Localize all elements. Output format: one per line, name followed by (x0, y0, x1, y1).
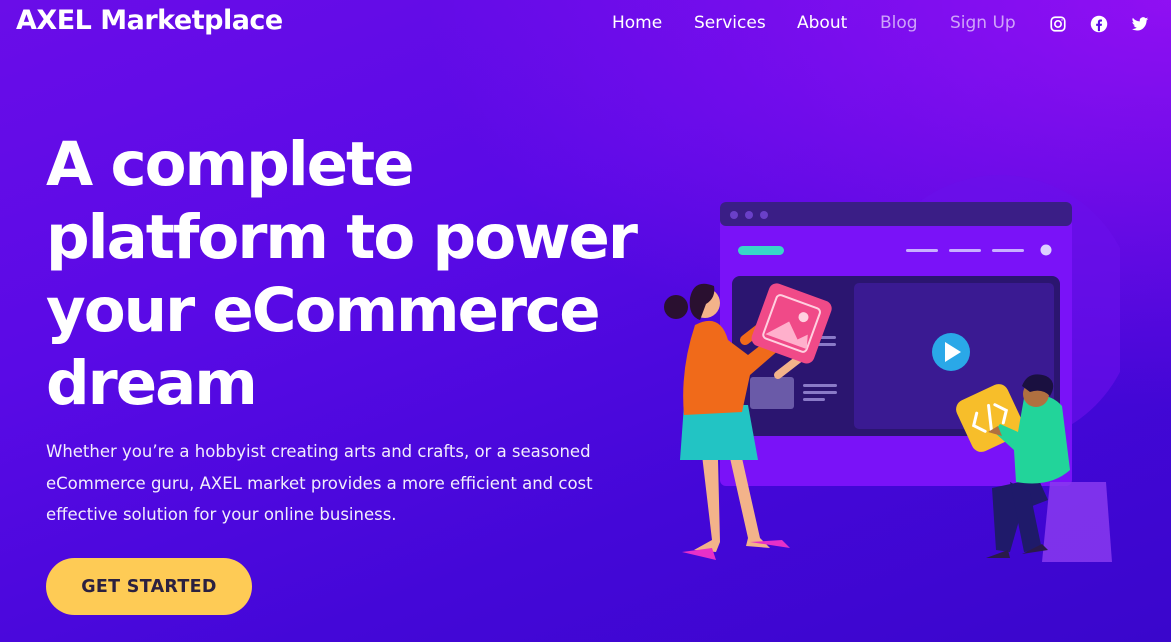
hero-title-line: A complete (46, 129, 415, 200)
hero-description: Whether you’re a hobbyist creating arts … (46, 436, 606, 531)
nav-services-link[interactable]: Services (694, 13, 766, 33)
instagram-icon[interactable] (1049, 15, 1067, 33)
nav-about-link[interactable]: About (797, 13, 847, 33)
facebook-icon[interactable] (1090, 15, 1108, 33)
hero-description-line: effective solution for your online busin… (46, 505, 397, 524)
main-nav: Home Services About Blog Sign Up (0, 13, 1171, 37)
nav-blog-link[interactable]: Blog (880, 13, 918, 33)
site-header: AXEL Marketplace Home Services About Blo… (0, 0, 1171, 46)
hero-description-line: eCommerce guru, AXEL market provides a m… (46, 473, 593, 493)
hero-title-line: platform to power (46, 202, 638, 273)
hero-description-line: Whether you’re a hobbyist creating arts … (46, 442, 591, 461)
twitter-icon[interactable] (1131, 15, 1149, 33)
nav-sign-up-link[interactable]: Sign Up (950, 13, 1016, 33)
get-started-button[interactable]: GET STARTED (46, 558, 252, 615)
hero-title-line: your eCommerce (46, 275, 601, 346)
hero-title-line: dream (46, 348, 258, 419)
hero-illustration (664, 175, 1120, 562)
nav-home-link[interactable]: Home (612, 13, 662, 33)
hero-title: A complete platform to power your eComme… (46, 128, 646, 420)
